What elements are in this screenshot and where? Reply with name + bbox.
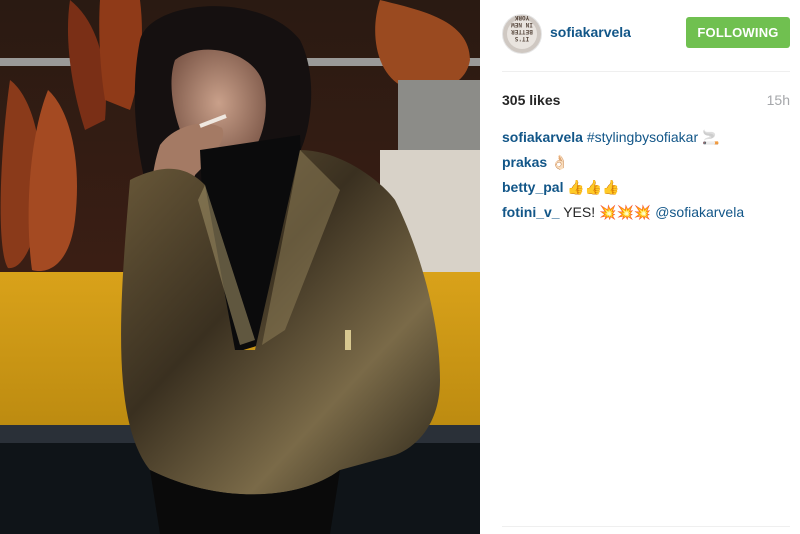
post-header: IT'S BETTER IN NEW YORK sofiakarvela FOL… bbox=[502, 12, 792, 54]
header-divider bbox=[502, 71, 790, 72]
likes-count[interactable]: 305 likes bbox=[502, 92, 560, 108]
comment-text: YES! 💥💥💥 bbox=[563, 204, 652, 220]
avatar-text: IT'S BETTER IN NEW YORK bbox=[507, 15, 537, 49]
comment-username[interactable]: prakas bbox=[502, 154, 547, 170]
comment-username[interactable]: betty_pal bbox=[502, 179, 563, 195]
comment-list: sofiakarvela #stylingbysofiakar 🚬 prakas… bbox=[502, 129, 782, 229]
comment: fotini_v_ YES! 💥💥💥 @sofiakarvela bbox=[502, 204, 782, 221]
comment-username[interactable]: sofiakarvela bbox=[502, 129, 583, 145]
footer-divider bbox=[502, 526, 790, 527]
post-details-panel: IT'S BETTER IN NEW YORK sofiakarvela FOL… bbox=[480, 0, 800, 534]
comment-text: 🚬 bbox=[702, 129, 720, 145]
comment: prakas 👌🏻 bbox=[502, 154, 782, 171]
comment: sofiakarvela #stylingbysofiakar 🚬 bbox=[502, 129, 782, 146]
mention-link[interactable]: @sofiakarvela bbox=[655, 204, 744, 220]
hashtag-link[interactable]: #stylingbysofiakar bbox=[587, 129, 698, 145]
post-time[interactable]: 15h bbox=[767, 92, 790, 108]
comment-text: 👍👍👍 bbox=[567, 179, 620, 195]
comment: betty_pal 👍👍👍 bbox=[502, 179, 782, 196]
avatar[interactable]: IT'S BETTER IN NEW YORK bbox=[502, 14, 542, 54]
comment-username[interactable]: fotini_v_ bbox=[502, 204, 560, 220]
post-username[interactable]: sofiakarvela bbox=[550, 24, 631, 40]
following-button[interactable]: FOLLOWING bbox=[686, 17, 790, 48]
comment-text: 👌🏻 bbox=[551, 154, 569, 170]
post-photo[interactable] bbox=[0, 0, 480, 534]
